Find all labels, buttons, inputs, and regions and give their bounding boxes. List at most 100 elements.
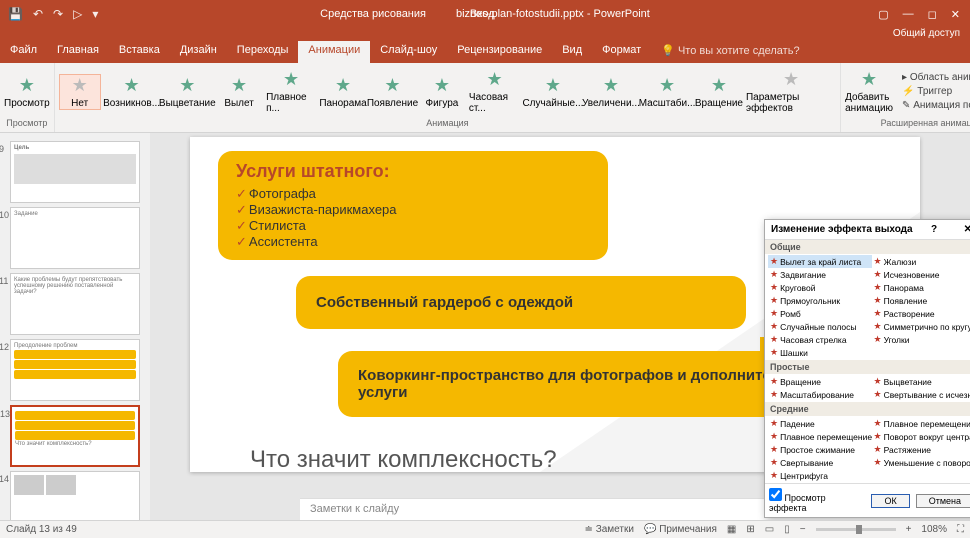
tab-slideshow[interactable]: Слайд-шоу	[370, 41, 447, 63]
zoom-slider[interactable]	[816, 528, 896, 531]
eff-centrifuge[interactable]: ★Центрифуга	[768, 469, 872, 482]
undo-icon[interactable]: ↶	[33, 7, 43, 21]
slide-canvas[interactable]: Услуги штатного: Фотографа Визажиста-пар…	[150, 133, 970, 520]
tab-review[interactable]: Рецензирование	[447, 41, 552, 63]
anim-appear[interactable]: ★Возникнов...	[107, 75, 157, 109]
eff-diamond-rect[interactable]: ★Прямоугольник	[768, 294, 872, 307]
anim-random[interactable]: ★Случайные...	[526, 75, 579, 109]
eff-dissolve-appear[interactable]: ★Появление	[872, 294, 970, 307]
zoom-level[interactable]: 108%	[921, 524, 947, 535]
trigger-button[interactable]: ⚡ Триггер	[899, 85, 970, 98]
preview-button[interactable]: ★ Просмотр	[4, 75, 50, 109]
view-normal-icon[interactable]: ▦	[727, 524, 736, 535]
eff-split-diamond[interactable]: ★Ромб	[768, 307, 872, 320]
tab-format[interactable]: Формат	[592, 41, 651, 63]
minimize-icon[interactable]: —	[903, 8, 914, 20]
eff-fly-out[interactable]: ★Вылет за край листа	[768, 255, 872, 268]
anim-wheel[interactable]: ★Часовая ст...	[469, 69, 520, 114]
ok-button[interactable]: ОК	[871, 494, 909, 508]
eff-float-up[interactable]: ★Плавное перемещение вверх	[872, 417, 970, 430]
service-item: Стилиста	[236, 218, 590, 234]
eff-dissolve[interactable]: ★Растворение	[872, 307, 970, 320]
eff-random-bars[interactable]: ★Случайные полосы	[768, 320, 872, 333]
maximize-icon[interactable]: ◻	[928, 8, 937, 21]
anim-grow[interactable]: ★Увеличени...	[586, 75, 637, 109]
slide-question[interactable]: Что значит комплексность?	[250, 446, 557, 472]
eff-fall[interactable]: ★Падение	[768, 417, 872, 430]
eff-corners[interactable]: ★Уголки	[872, 333, 970, 346]
zoom-out-icon[interactable]: −	[800, 524, 806, 535]
thumb-13[interactable]: 13Что значит комплексность?	[10, 405, 140, 467]
animation-pane-button[interactable]: ▸ Область анимации	[899, 71, 970, 84]
effect-options[interactable]: ★Параметры эффектов	[746, 69, 836, 114]
eff-zoom[interactable]: ★Свертывание с исчезновением	[872, 388, 970, 401]
slide-counter[interactable]: Слайд 13 из 49	[6, 524, 77, 535]
eff-contract[interactable]: ★Вращение	[768, 375, 872, 388]
view-sorter-icon[interactable]: ⊞	[746, 524, 754, 535]
eff-float-down[interactable]: ★Плавное перемещение вниз	[768, 430, 872, 443]
anim-zoom[interactable]: ★Масштаби...	[642, 75, 692, 109]
zoom-in-icon[interactable]: +	[906, 524, 912, 535]
anim-fade[interactable]: ★Выцветание	[162, 75, 212, 109]
anim-wipe[interactable]: ★Появление	[370, 75, 415, 109]
share-button[interactable]: Общий доступ	[893, 28, 960, 39]
animation-painter-button[interactable]: ✎ Анимация по образцу	[899, 99, 970, 112]
tab-file[interactable]: Файл	[0, 41, 47, 63]
star-icon: ★	[770, 470, 778, 481]
star-icon: ★	[783, 69, 799, 90]
eff-stretch[interactable]: ★Растяжение	[872, 443, 970, 456]
eff-symmetric[interactable]: ★Симметрично по кругу	[872, 320, 970, 333]
services-box[interactable]: Услуги штатного: Фотографа Визажиста-пар…	[218, 151, 608, 260]
anim-fly-in[interactable]: ★Вылет	[218, 75, 260, 109]
anim-float-in[interactable]: ★Плавное п...	[266, 69, 316, 114]
thumb-12[interactable]: 12Преодоление проблем	[10, 339, 140, 401]
eff-circle[interactable]: ★Круговой	[768, 281, 872, 294]
thumb-10[interactable]: 10Задание	[10, 207, 140, 269]
thumb-14[interactable]: 14	[10, 471, 140, 520]
cancel-button[interactable]: Отмена	[916, 494, 970, 508]
view-reading-icon[interactable]: ▭	[765, 524, 774, 535]
eff-push[interactable]: ★Задвигание	[768, 268, 872, 281]
eff-checker[interactable]: ★Шашки	[768, 346, 872, 359]
notes-toggle[interactable]: ≐ Заметки	[585, 524, 634, 535]
fit-to-window-icon[interactable]: ⛶	[957, 524, 964, 535]
start-slideshow-icon[interactable]: ▷	[73, 7, 82, 21]
tab-design[interactable]: Дизайн	[170, 41, 227, 63]
anim-split[interactable]: ★Панорама	[322, 75, 364, 109]
preview-effect-checkbox[interactable]: Просмотр эффекта	[769, 488, 859, 513]
view-slideshow-icon[interactable]: ▯	[784, 524, 790, 535]
eff-disappear[interactable]: ★Исчезновение	[872, 268, 970, 281]
slide-thumbnails[interactable]: 9Цель 10Задание 11Какие проблемы будут п…	[0, 133, 150, 520]
eff-panorama[interactable]: ★Панорама	[872, 281, 970, 294]
eff-shrink-rot[interactable]: ★Уменьшение с поворотом	[872, 456, 970, 469]
thumb-11[interactable]: 11Какие проблемы будут препятствовать ус…	[10, 273, 140, 335]
thumb-9[interactable]: 9Цель	[10, 141, 140, 203]
help-icon[interactable]: ?	[931, 224, 937, 235]
eff-blinds[interactable]: ★Жалюзи	[872, 255, 970, 268]
eff-collapse[interactable]: ★Свертывание	[768, 456, 872, 469]
ribbon-options-icon[interactable]: ▢	[878, 8, 888, 21]
tab-transitions[interactable]: Переходы	[227, 41, 299, 63]
eff-simple[interactable]: ★Простое сжимание	[768, 443, 872, 456]
tab-view[interactable]: Вид	[552, 41, 592, 63]
redo-icon[interactable]: ↷	[53, 7, 63, 21]
tab-animations[interactable]: Анимации	[298, 41, 370, 63]
anim-swivel[interactable]: ★Вращение	[698, 75, 740, 109]
add-animation-button[interactable]: ★Добавить анимацию	[845, 69, 893, 114]
comments-toggle[interactable]: 💬 Примечания	[644, 524, 717, 535]
anim-shape[interactable]: ★Фигура	[421, 75, 463, 109]
wardrobe-box[interactable]: Собственный гардероб с одеждой	[296, 276, 746, 329]
tab-insert[interactable]: Вставка	[109, 41, 170, 63]
eff-spin[interactable]: ★Поворот вокруг центра	[872, 430, 970, 443]
tell-me[interactable]: 💡 Что вы хотите сделать?	[651, 41, 809, 63]
close-icon[interactable]: ✕	[951, 8, 960, 21]
qat-more-icon[interactable]: ▾	[92, 7, 98, 21]
close-dialog-icon[interactable]: ✕	[964, 224, 970, 235]
save-icon[interactable]: 💾	[8, 7, 23, 21]
anim-none[interactable]: ★Нет	[59, 74, 101, 110]
star-icon: ★	[874, 295, 882, 306]
eff-fade[interactable]: ★Выцветание	[872, 375, 970, 388]
eff-shrink[interactable]: ★Масштабирование	[768, 388, 872, 401]
eff-clock[interactable]: ★Часовая стрелка	[768, 333, 872, 346]
tab-home[interactable]: Главная	[47, 41, 109, 63]
